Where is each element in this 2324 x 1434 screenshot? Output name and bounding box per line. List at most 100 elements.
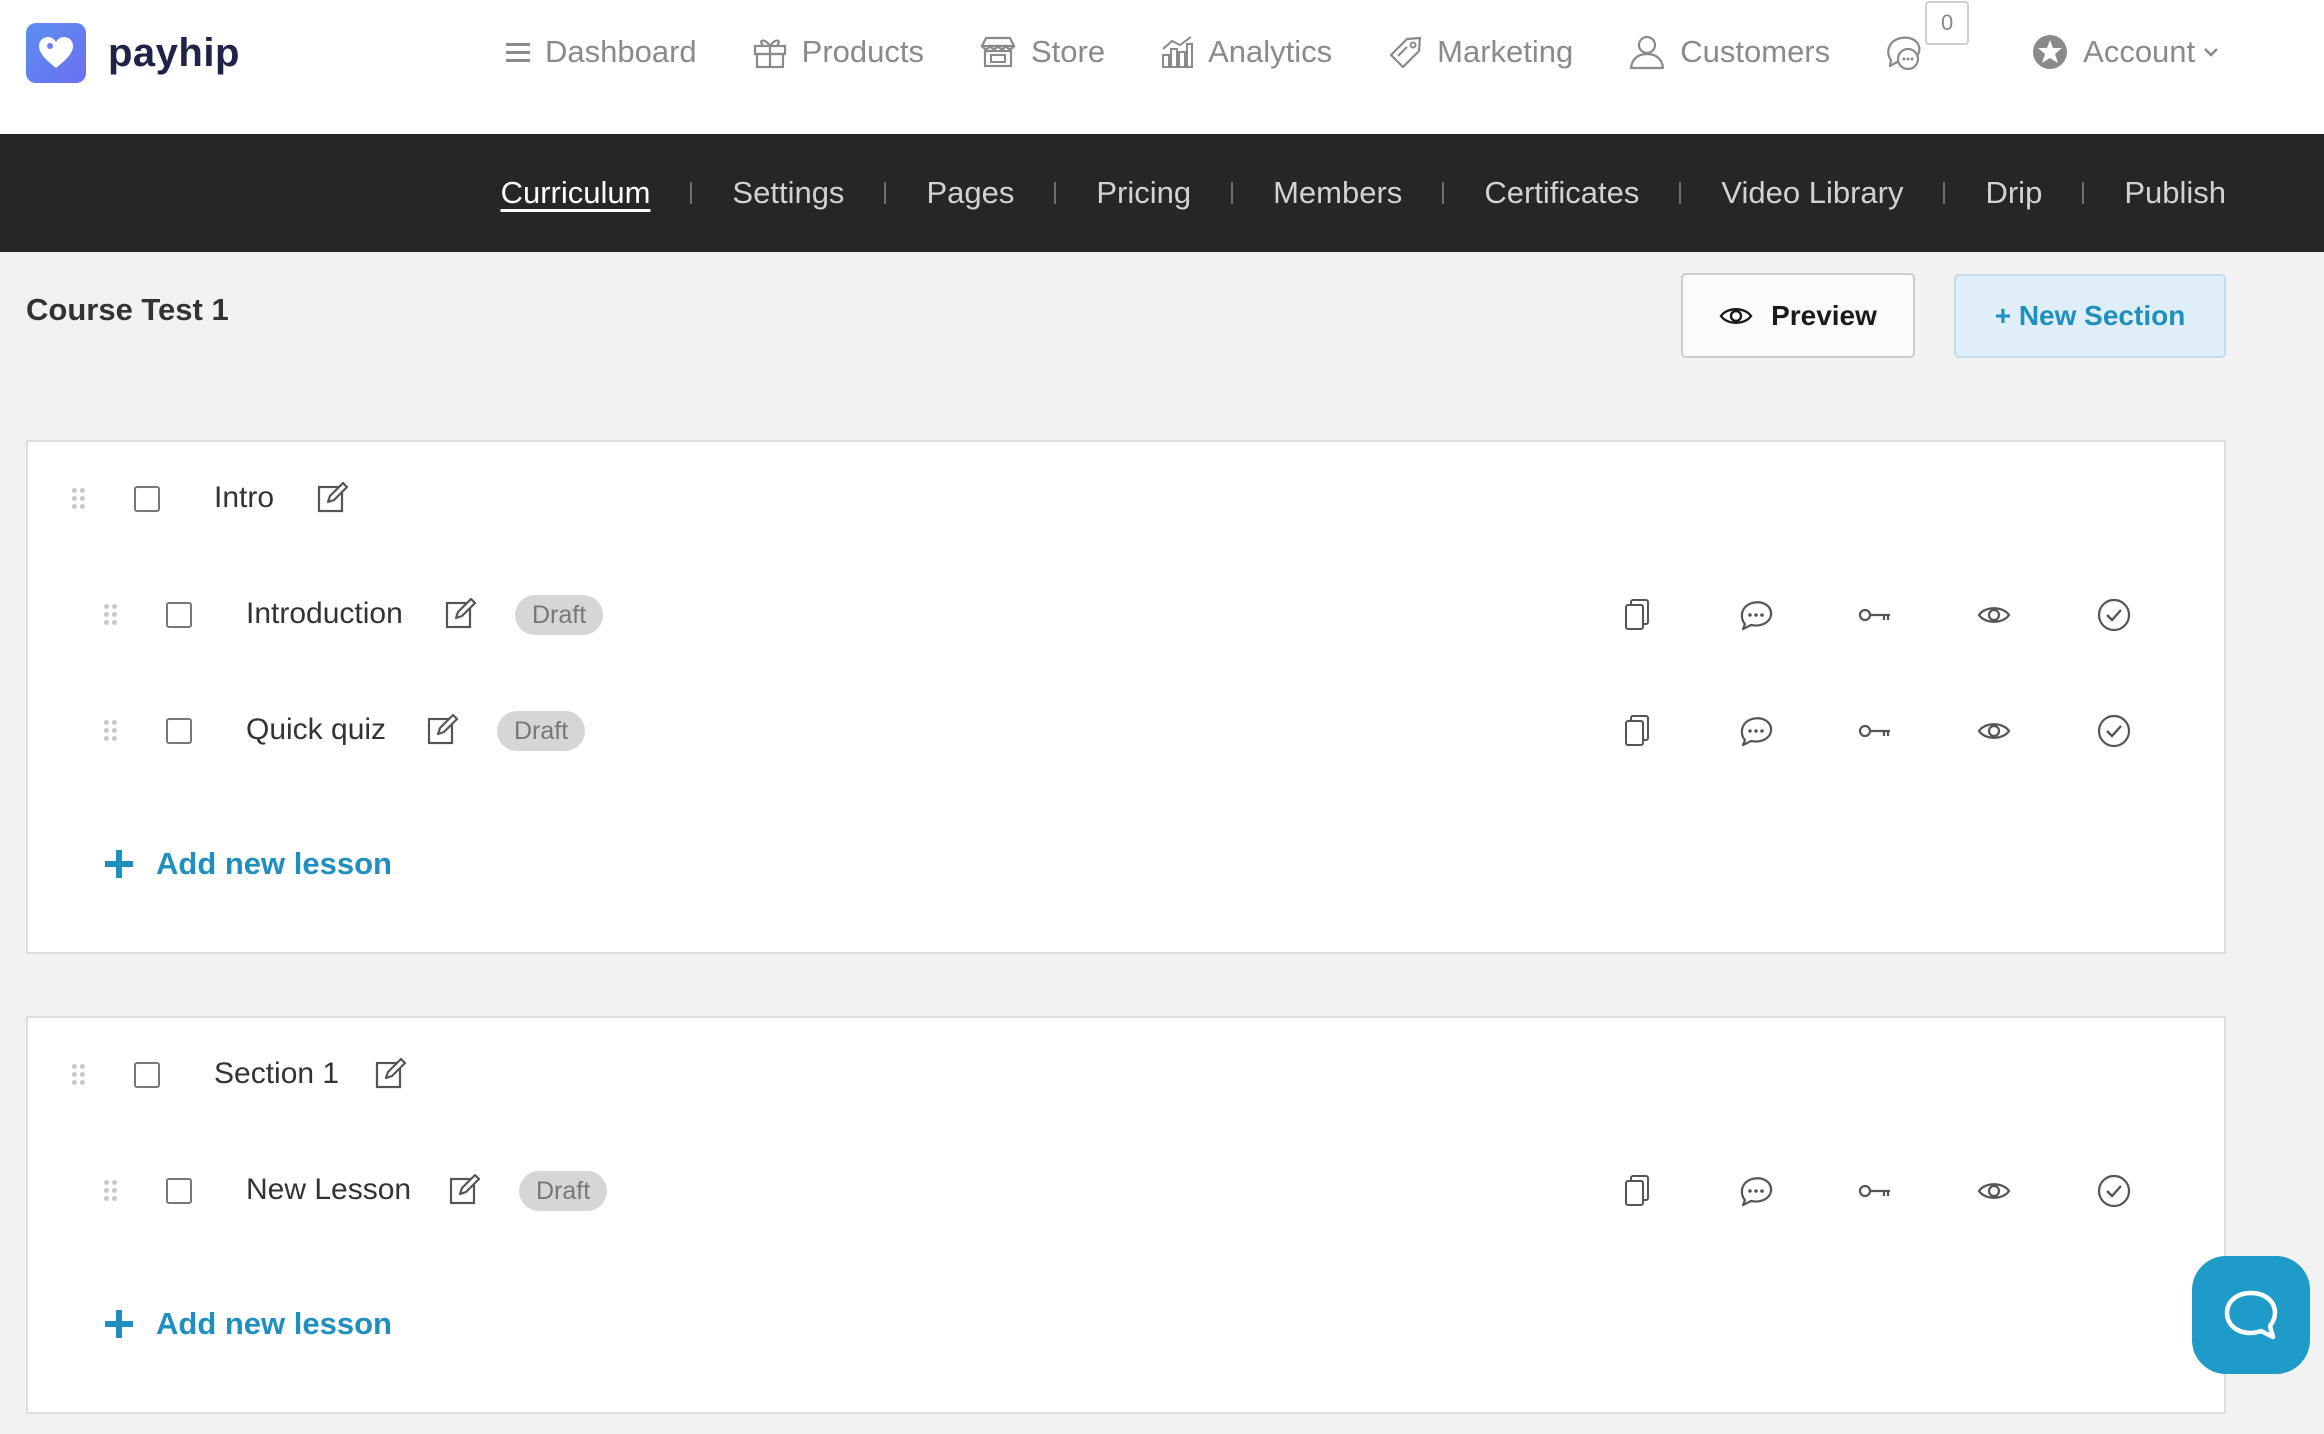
status-badge: Draft	[497, 711, 586, 751]
lesson-title[interactable]: New Lesson	[246, 1173, 411, 1207]
top-navigation: payhip Dashboard Products Store Analytic…	[0, 0, 2324, 134]
tab-video-library[interactable]: Video Library	[1721, 175, 1903, 211]
store-icon	[980, 36, 1016, 68]
subnav-divider	[1442, 182, 1445, 204]
add-lesson-label: Add new lesson	[156, 846, 392, 881]
lesson-title[interactable]: Quick quiz	[246, 713, 386, 747]
eye-icon[interactable]	[1975, 1172, 2013, 1210]
tab-pricing[interactable]: Pricing	[1096, 175, 1191, 211]
subnav-divider	[1231, 182, 1234, 204]
edit-icon[interactable]	[448, 1173, 481, 1206]
analytics-icon	[1162, 36, 1194, 68]
edit-icon[interactable]	[316, 481, 349, 514]
nav-customers-label: Customers	[1680, 34, 1831, 69]
lesson-checkbox[interactable]	[166, 602, 192, 628]
section-card: Intro Introduction Draft Quick quiz Draf…	[26, 440, 2226, 954]
user-icon	[1630, 35, 1665, 70]
nav-account[interactable]: Account	[2031, 33, 2219, 71]
brand-name: payhip	[108, 30, 240, 75]
tab-pages[interactable]: Pages	[926, 175, 1014, 211]
messages-count-badge: 0	[1925, 1, 1970, 45]
add-lesson-button[interactable]: Add new lesson	[104, 1306, 392, 1342]
add-lesson-button[interactable]: Add new lesson	[104, 846, 392, 882]
lesson-checkbox[interactable]	[166, 718, 192, 744]
plus-icon	[105, 1310, 133, 1338]
nav-store[interactable]: Store	[979, 34, 1105, 70]
nav-customers[interactable]: Customers	[1628, 34, 1830, 70]
menu-icon	[506, 43, 530, 62]
comment-icon[interactable]	[1737, 596, 1775, 634]
check-circle-icon[interactable]	[2095, 712, 2133, 750]
copy-icon[interactable]	[1618, 596, 1656, 634]
section-checkbox[interactable]	[134, 1062, 160, 1088]
main-nav: Dashboard Products Store Analytics Marke…	[505, 0, 2274, 104]
payhip-logo[interactable]: payhip	[26, 22, 240, 84]
drag-handle-icon[interactable]	[104, 1180, 118, 1202]
nav-products[interactable]: Products	[752, 34, 924, 70]
comment-icon[interactable]	[1737, 712, 1775, 750]
chevron-down-icon	[2204, 48, 2219, 57]
gift-icon	[753, 39, 786, 69]
check-circle-icon[interactable]	[2095, 1172, 2133, 1210]
section-title: Section 1	[214, 1057, 340, 1090]
section-header-row: Section 1	[28, 1045, 2224, 1105]
drag-handle-icon[interactable]	[104, 604, 118, 626]
copy-icon[interactable]	[1618, 712, 1656, 750]
lesson-row: New Lesson Draft	[28, 1161, 2224, 1221]
subnav-divider	[1679, 182, 1682, 204]
lesson-row: Introduction Draft	[28, 585, 2224, 645]
tab-drip[interactable]: Drip	[1985, 175, 2042, 211]
eye-icon	[1719, 307, 1753, 324]
key-icon[interactable]	[1856, 712, 1894, 750]
nav-products-label: Products	[801, 34, 924, 69]
tab-curriculum[interactable]: Curriculum	[501, 175, 651, 211]
nav-messages[interactable]: 0	[1885, 1, 1970, 71]
drag-handle-icon[interactable]	[72, 1064, 86, 1086]
eye-icon[interactable]	[1975, 596, 2013, 634]
course-subnav: Curriculum Settings Pages Pricing Member…	[0, 134, 2324, 252]
account-star-icon	[2033, 35, 2068, 69]
tab-certificates[interactable]: Certificates	[1484, 175, 1639, 211]
drag-handle-icon[interactable]	[72, 488, 86, 510]
nav-store-label: Store	[1031, 34, 1106, 69]
eye-icon[interactable]	[1975, 712, 2013, 750]
key-icon[interactable]	[1856, 596, 1894, 634]
nav-marketing-label: Marketing	[1437, 34, 1574, 69]
tab-publish[interactable]: Publish	[2124, 175, 2226, 211]
subnav-divider	[1054, 182, 1057, 204]
account-label: Account	[2083, 34, 2196, 69]
chat-bubbles-icon	[1887, 36, 1921, 71]
tab-settings[interactable]: Settings	[732, 175, 844, 211]
drag-handle-icon[interactable]	[104, 720, 118, 742]
key-icon[interactable]	[1856, 1172, 1894, 1210]
nav-dashboard-label: Dashboard	[545, 34, 697, 69]
edit-icon[interactable]	[374, 1057, 407, 1090]
nav-dashboard[interactable]: Dashboard	[505, 34, 697, 70]
check-circle-icon[interactable]	[2095, 596, 2133, 634]
subnav-items: Curriculum Settings Pages Pricing Member…	[501, 134, 2226, 252]
chat-bubble-icon	[2224, 1290, 2278, 1340]
preview-label: Preview	[1771, 299, 1877, 331]
subnav-divider	[690, 182, 693, 204]
nav-marketing[interactable]: Marketing	[1387, 34, 1573, 70]
subnav-divider	[2082, 182, 2085, 204]
new-section-button[interactable]: + New Section	[1954, 274, 2226, 358]
edit-icon[interactable]	[444, 597, 477, 630]
edit-icon[interactable]	[426, 713, 459, 746]
status-badge: Draft	[515, 595, 604, 635]
lesson-title[interactable]: Introduction	[246, 597, 403, 631]
subnav-divider	[884, 182, 887, 204]
tag-icon	[1390, 36, 1422, 69]
copy-icon[interactable]	[1618, 1172, 1656, 1210]
nav-analytics[interactable]: Analytics	[1160, 34, 1332, 70]
section-header-row: Intro	[28, 469, 2224, 529]
new-section-label: + New Section	[1994, 300, 2186, 331]
tab-members[interactable]: Members	[1273, 175, 1402, 211]
comment-icon[interactable]	[1737, 1172, 1775, 1210]
section-checkbox[interactable]	[134, 486, 160, 512]
preview-button[interactable]: Preview	[1681, 273, 1915, 358]
add-lesson-label: Add new lesson	[156, 1306, 392, 1341]
help-chat-button[interactable]	[2192, 1256, 2310, 1374]
status-badge: Draft	[519, 1171, 608, 1211]
lesson-checkbox[interactable]	[166, 1178, 192, 1204]
